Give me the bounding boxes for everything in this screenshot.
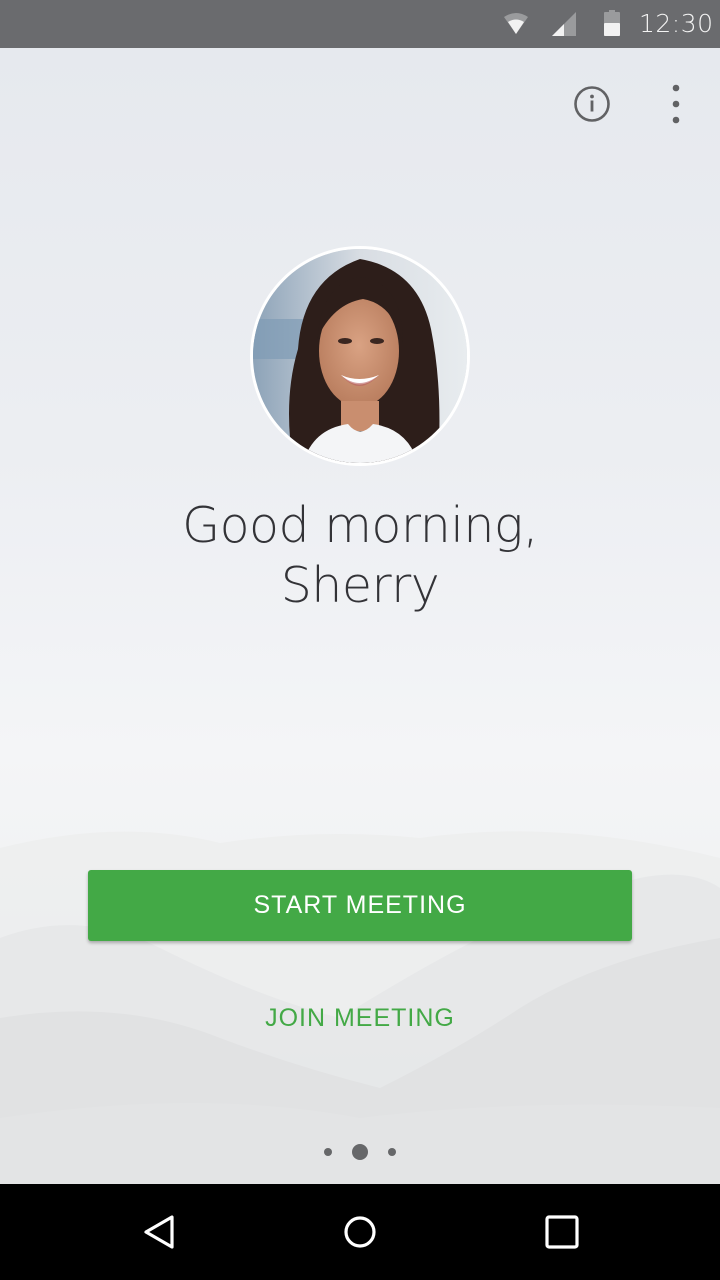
page-dot-2-active[interactable] xyxy=(352,1144,368,1160)
navigation-bar xyxy=(0,1184,720,1280)
home-icon xyxy=(344,1216,376,1248)
start-meeting-button[interactable]: START MEETING xyxy=(88,870,632,941)
info-icon xyxy=(574,86,610,122)
profile-photo xyxy=(253,249,467,463)
home-button[interactable] xyxy=(334,1206,386,1258)
page-dot-3[interactable] xyxy=(388,1148,396,1156)
status-bar: 12:30 xyxy=(0,0,720,48)
home-screen: Good morning, Sherry START MEETING JOIN … xyxy=(0,48,720,1184)
mountain-background xyxy=(0,831,720,1184)
back-button[interactable] xyxy=(134,1206,186,1258)
recents-button[interactable] xyxy=(536,1206,588,1258)
battery-icon xyxy=(604,10,620,43)
page-indicator xyxy=(0,1142,720,1162)
status-time: 12:30 xyxy=(639,9,714,38)
wifi-icon xyxy=(503,12,529,41)
more-options-button[interactable] xyxy=(652,80,700,128)
more-vertical-icon xyxy=(672,84,680,124)
back-icon xyxy=(144,1215,174,1249)
join-meeting-button[interactable]: JOIN MEETING xyxy=(200,993,520,1043)
recents-icon xyxy=(545,1215,579,1249)
user-name: Sherry xyxy=(280,557,440,614)
greeting: Good morning, Sherry xyxy=(0,496,720,616)
info-button[interactable] xyxy=(568,80,616,128)
page-dot-1[interactable] xyxy=(324,1148,332,1156)
cell-signal-icon xyxy=(552,12,576,41)
avatar[interactable] xyxy=(250,246,470,466)
greeting-line: Good morning, xyxy=(182,497,538,554)
